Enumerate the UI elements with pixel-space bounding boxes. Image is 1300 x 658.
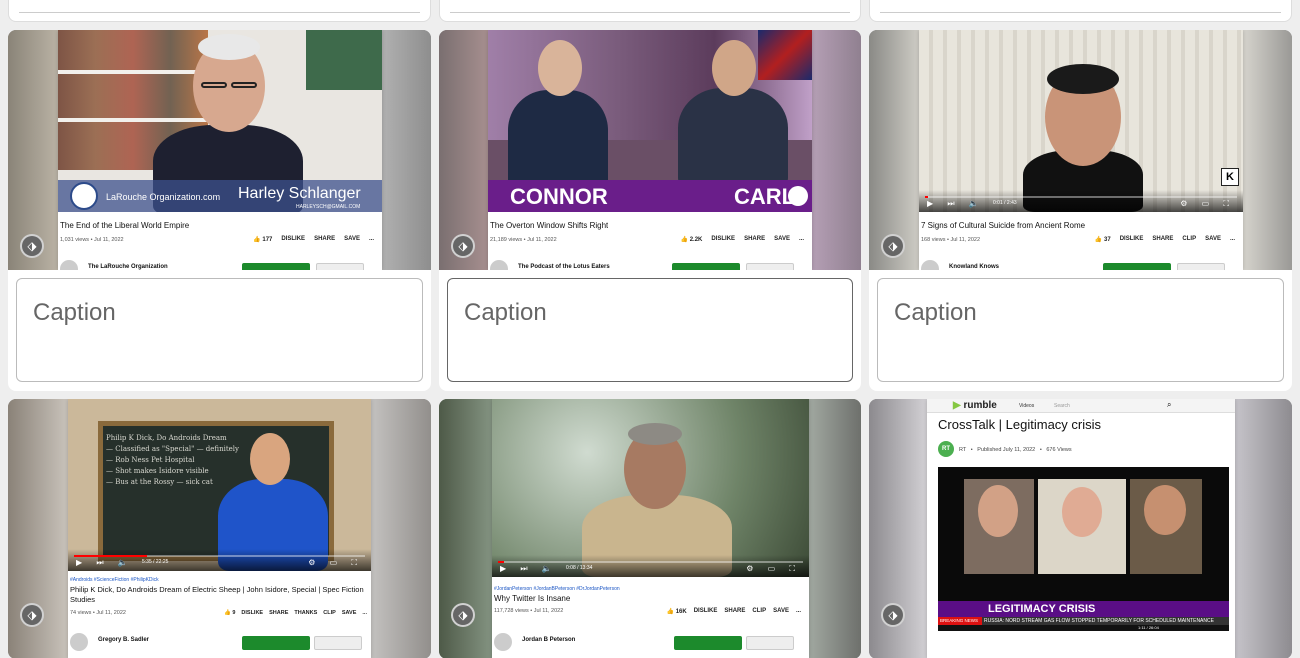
tag-icon[interactable]: ⬗ [881, 234, 905, 258]
video-meta: 21,189 views • Jul 11, 2022 [490, 237, 557, 243]
channel-name: Gregory B. Sadler [98, 637, 150, 643]
hashtags: #Androids #ScienceFiction #PhilipKDick [70, 577, 159, 583]
video-title: CrossTalk | Legitimacy crisis [938, 417, 1102, 432]
card-image[interactable]: CONNOR CARL The Overton Window Shifts Ri… [439, 30, 861, 270]
prev-card-3 [869, 0, 1292, 22]
rumble-logo: ▶ rumble [953, 400, 997, 411]
tag-icon[interactable]: ⬗ [881, 603, 905, 627]
rumble-video[interactable]: LEGITIMACY CRISIS BREAKING NEWS RUSSIA: N… [938, 467, 1229, 631]
image-card-4: Philip K Dick, Do Androids Dream — Classi… [8, 399, 431, 658]
channel-logo: RT [938, 441, 954, 457]
prev-card-1 [8, 0, 431, 22]
channel-avatar [60, 260, 78, 270]
channel-avatar [921, 260, 939, 270]
video-actions: 👍 16K DISLIKE SHARE CLIP SAVE... [666, 608, 801, 615]
overlay-right-name: CARL [734, 184, 796, 209]
image-card-6: ▶ rumble Videos Search ⌕ CrossTalk | Leg… [869, 399, 1292, 658]
video-actions: 👍 9 DISLIKE SHARE THANKS CLIP SAVE... [223, 610, 367, 616]
channel-avatar [490, 260, 508, 270]
video-meta: 117,728 views • Jul 11, 2022 [494, 608, 564, 614]
nav-videos: Videos [1019, 403, 1035, 409]
card-image[interactable]: Philip K Dick, Do Androids Dream — Classi… [8, 399, 431, 658]
image-card-1: LaRouche Organization.com Harley Schlang… [8, 30, 431, 391]
channel-name: Knowland Knows [949, 264, 999, 270]
video-actions: 👍 2.2K DISLIKE SHARE SAVE... [680, 236, 804, 243]
tag-icon[interactable]: ⬗ [451, 234, 475, 258]
hashtags: #JordanPeterson #JordanBPeterson #DrJord… [494, 586, 620, 592]
channel-avatar [70, 633, 88, 651]
caption-input[interactable]: Caption [447, 278, 853, 382]
video-title: Why Twitter Is Insane [494, 594, 571, 603]
overlay-name: Harley Schlanger [238, 185, 361, 202]
prev-card-2 [439, 0, 861, 22]
overlay-site: LaRouche Organization.com [106, 192, 221, 202]
channel-name: The Podcast of the Lotus Eaters [518, 264, 610, 270]
card-image[interactable]: K ▶ ⏭ 🔈 0:01 / 2:43 ⚙ ▭ ⛶ 7 Signs of Cultu… [869, 30, 1292, 270]
image-card-3: K ▶ ⏭ 🔈 0:01 / 2:43 ⚙ ▭ ⛶ 7 Signs of Cultu… [869, 30, 1292, 391]
card-image[interactable]: ▶ ⏭ 🔈 0:08 / 13:34 ⚙ ▭ ⛶ #JordanPeterson #… [439, 399, 861, 658]
tag-icon[interactable]: ⬗ [20, 234, 44, 258]
tag-icon[interactable]: ⬗ [451, 603, 475, 627]
video-meta: 1,031 views • Jul 11, 2022 [60, 237, 124, 243]
channel-name: The LaRouche Organization [88, 264, 168, 270]
caption-input[interactable]: Caption [16, 278, 423, 382]
video-actions: 👍 37 DISLIKE SHARE CLIP SAVE... [1094, 236, 1235, 243]
search-field: Search [1054, 403, 1070, 409]
video-meta: RT • Published July 11, 2022 • 676 Views [959, 447, 1072, 453]
channel-name: Jordan B Peterson [522, 637, 576, 643]
video-actions: 👍 177 DISLIKE SHARE SAVE... [253, 236, 374, 243]
banner-text: LEGITIMACY CRISIS [988, 603, 1096, 615]
video-title: Philip K Dick, Do Androids Dream of Elec… [70, 585, 364, 604]
video-title: The End of the Liberal World Empire [60, 221, 190, 230]
video-meta: 74 views • Jul 11, 2022 [70, 610, 126, 616]
video-title: 7 Signs of Cultural Suicide from Ancient… [921, 221, 1086, 230]
tag-icon[interactable]: ⬗ [20, 603, 44, 627]
ticker-text: RUSSIA: NORD STREAM GAS FLOW STOPPED TEM… [984, 618, 1214, 624]
search-icon: ⌕ [1167, 400, 1172, 409]
card-image[interactable]: LaRouche Organization.com Harley Schlang… [8, 30, 431, 270]
card-image[interactable]: ▶ rumble Videos Search ⌕ CrossTalk | Leg… [869, 399, 1292, 658]
video-meta: 168 views • Jul 11, 2022 [921, 237, 980, 243]
channel-avatar [494, 633, 512, 651]
video-title: The Overton Window Shifts Right [490, 221, 609, 230]
overlay-email: HARLEYSCH@GMAIL.COM [296, 204, 361, 210]
image-card-2: CONNOR CARL The Overton Window Shifts Ri… [439, 30, 861, 391]
image-card-5: ▶ ⏭ 🔈 0:08 / 13:34 ⚙ ▭ ⛶ #JordanPeterson #… [439, 399, 861, 658]
overlay-left-name: CONNOR [510, 184, 608, 209]
caption-input[interactable]: Caption [877, 278, 1284, 382]
